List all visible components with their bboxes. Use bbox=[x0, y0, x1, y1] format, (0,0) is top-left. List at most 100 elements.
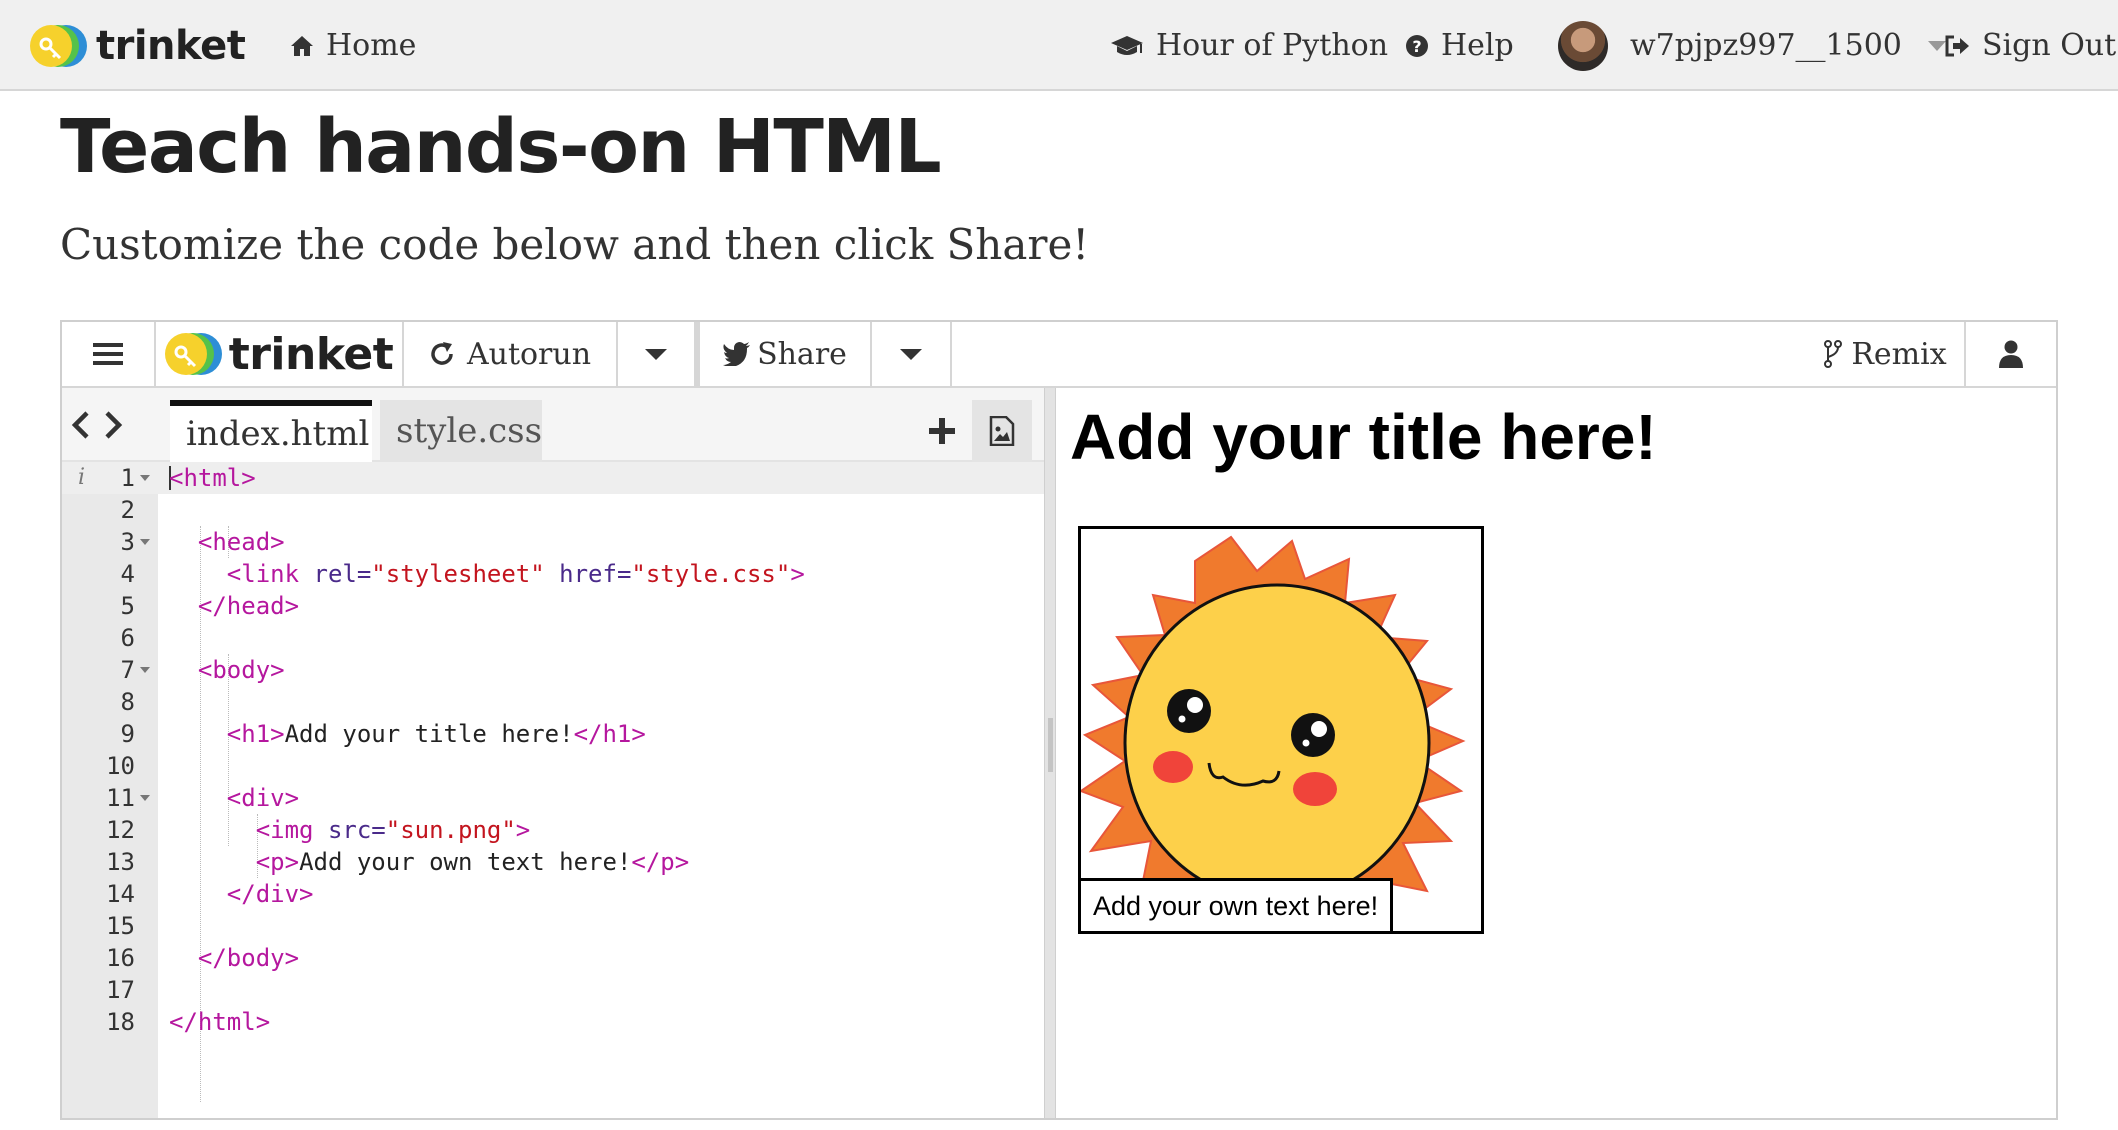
fork-icon bbox=[1824, 340, 1843, 368]
user-icon bbox=[1999, 340, 2023, 368]
code-line[interactable]: 12 <img src="sun.png"> bbox=[62, 814, 1044, 846]
add-image-button[interactable] bbox=[972, 400, 1032, 462]
fold-arrow-icon[interactable] bbox=[140, 795, 150, 801]
code-line[interactable]: 15 bbox=[62, 910, 1044, 942]
code-text: </head> bbox=[197, 592, 300, 620]
line-number: 7 bbox=[120, 656, 135, 684]
embed-logo-text: trinket bbox=[228, 328, 394, 380]
line-number: 13 bbox=[106, 848, 135, 876]
twitter-icon bbox=[723, 342, 751, 366]
code-text: <link rel="stylesheet" href="style.css"> bbox=[226, 560, 805, 588]
code-line[interactable]: 18 </html> bbox=[62, 1006, 1044, 1038]
fold-arrow-icon[interactable] bbox=[140, 475, 150, 481]
file-tabs-bar: index.html style.css bbox=[62, 388, 1044, 462]
left-cheek bbox=[1153, 751, 1193, 783]
line-number: 3 bbox=[120, 528, 135, 556]
code-line[interactable]: 16 </body> bbox=[62, 942, 1044, 974]
code-line[interactable]: 17 bbox=[62, 974, 1044, 1006]
embed-logo[interactable]: trinket bbox=[156, 322, 404, 386]
code-line[interactable]: 13 <p>Add your own text here!</p> bbox=[62, 846, 1044, 878]
line-number: 9 bbox=[120, 720, 135, 748]
caret-down-icon bbox=[645, 348, 667, 360]
hamburger-menu-icon bbox=[93, 343, 123, 365]
nav-hour-of-python[interactable]: Hour of Python bbox=[1110, 0, 1388, 91]
tab-index-html[interactable]: index.html bbox=[170, 400, 372, 462]
user-menu[interactable]: w7pjpz997__1500 bbox=[1558, 0, 1946, 91]
share-label: Share bbox=[757, 336, 847, 372]
caret-down-icon bbox=[900, 348, 922, 360]
autorun-dropdown[interactable] bbox=[618, 322, 700, 386]
nav-hour-of-python-label: Hour of Python bbox=[1156, 28, 1389, 63]
username: w7pjpz997__1500 bbox=[1630, 28, 1902, 63]
code-line[interactable]: 5 </head> bbox=[62, 590, 1044, 622]
nav-sign-out[interactable]: Sign Out bbox=[1944, 0, 2116, 91]
line-number: 5 bbox=[120, 592, 135, 620]
code-text: </div> bbox=[226, 880, 314, 908]
file-nav-arrows bbox=[70, 388, 124, 462]
autorun-label: Autorun bbox=[466, 336, 592, 372]
line-number: 2 bbox=[120, 496, 135, 524]
tab-style-css[interactable]: style.css bbox=[380, 400, 542, 462]
pane-splitter[interactable] bbox=[1044, 388, 1056, 1118]
line-number: 11 bbox=[106, 784, 135, 812]
splitter-grip[interactable] bbox=[1048, 718, 1053, 772]
output-text: Add your own text here! bbox=[1081, 878, 1394, 931]
code-text: <body> bbox=[197, 656, 285, 684]
line-number: 6 bbox=[120, 624, 135, 652]
site-logo[interactable]: trinket bbox=[30, 20, 246, 72]
code-text: <div> bbox=[226, 784, 300, 812]
code-text: <h1>Add your title here!</h1> bbox=[226, 720, 646, 748]
tab-index-html-label: index.html bbox=[186, 414, 370, 454]
add-file-button[interactable] bbox=[912, 400, 972, 462]
menu-button[interactable] bbox=[62, 322, 156, 386]
code-text: </body> bbox=[197, 944, 300, 972]
share-button[interactable]: Share bbox=[700, 322, 872, 386]
chevron-left-icon[interactable] bbox=[70, 410, 92, 440]
output-title: Add your title here! bbox=[1070, 401, 1657, 473]
code-line[interactable]: 2 bbox=[62, 494, 1044, 526]
right-cheek bbox=[1293, 772, 1337, 806]
trinket-embed: trinket Autorun Share Remix index.html s… bbox=[60, 320, 2058, 1120]
code-line[interactable]: 7 <body> bbox=[62, 654, 1044, 686]
fold-arrow-icon[interactable] bbox=[140, 667, 150, 673]
user-button[interactable] bbox=[1966, 322, 2056, 386]
code-line[interactable]: 11 <div> bbox=[62, 782, 1044, 814]
tab-style-css-label: style.css bbox=[396, 411, 543, 451]
fold-arrow-icon[interactable] bbox=[140, 539, 150, 545]
share-dropdown[interactable] bbox=[872, 322, 952, 386]
plus-icon bbox=[929, 418, 955, 444]
remix-button[interactable]: Remix bbox=[1806, 322, 1966, 386]
line-number: 18 bbox=[106, 1008, 135, 1036]
code-line[interactable]: 14 </div> bbox=[62, 878, 1044, 910]
nav-help[interactable]: ? Help bbox=[1405, 0, 1514, 91]
code-line[interactable]: 8 bbox=[62, 686, 1044, 718]
code-line[interactable]: 10 bbox=[62, 750, 1044, 782]
code-line[interactable]: i 1 <html> bbox=[62, 462, 1044, 494]
code-line[interactable]: 3 <head> bbox=[62, 526, 1044, 558]
output-pane: Add your title here! Add your own text h… bbox=[1056, 388, 2056, 1118]
line-number: 4 bbox=[120, 560, 135, 588]
sign-out-icon bbox=[1945, 35, 1969, 56]
code-text: <img src="sun.png"> bbox=[255, 816, 531, 844]
code-text: <html> bbox=[169, 464, 256, 492]
nav-home[interactable]: Home bbox=[290, 0, 416, 91]
sun-face bbox=[1123, 583, 1431, 903]
autorun-button[interactable]: Autorun bbox=[404, 322, 618, 386]
code-line[interactable]: 4 <link rel="stylesheet" href="style.css… bbox=[62, 558, 1044, 590]
chevron-right-icon[interactable] bbox=[102, 410, 124, 440]
trinket-logo-icon bbox=[164, 333, 222, 375]
code-line[interactable]: 6 bbox=[62, 622, 1044, 654]
trinket-logo-icon bbox=[30, 25, 87, 67]
nav-help-label: Help bbox=[1441, 28, 1514, 63]
site-logo-text: trinket bbox=[96, 23, 246, 69]
top-navbar: trinket Home Hour of Python ? Help w7pjp… bbox=[0, 0, 2118, 91]
page-subtitle: Customize the code below and then click … bbox=[60, 220, 1090, 269]
code-line[interactable]: 9 <h1>Add your title here!</h1> bbox=[62, 718, 1044, 750]
nav-home-label: Home bbox=[326, 28, 417, 63]
line-number: 12 bbox=[106, 816, 135, 844]
code-lines: i 1 <html> 2 3 <head> 4 <link rel="stylesheet… bbox=[62, 462, 1044, 1118]
sun-image bbox=[1081, 535, 1466, 931]
image-icon bbox=[989, 416, 1015, 446]
line-number: 15 bbox=[106, 912, 135, 940]
graduation-cap-icon bbox=[1111, 35, 1143, 55]
